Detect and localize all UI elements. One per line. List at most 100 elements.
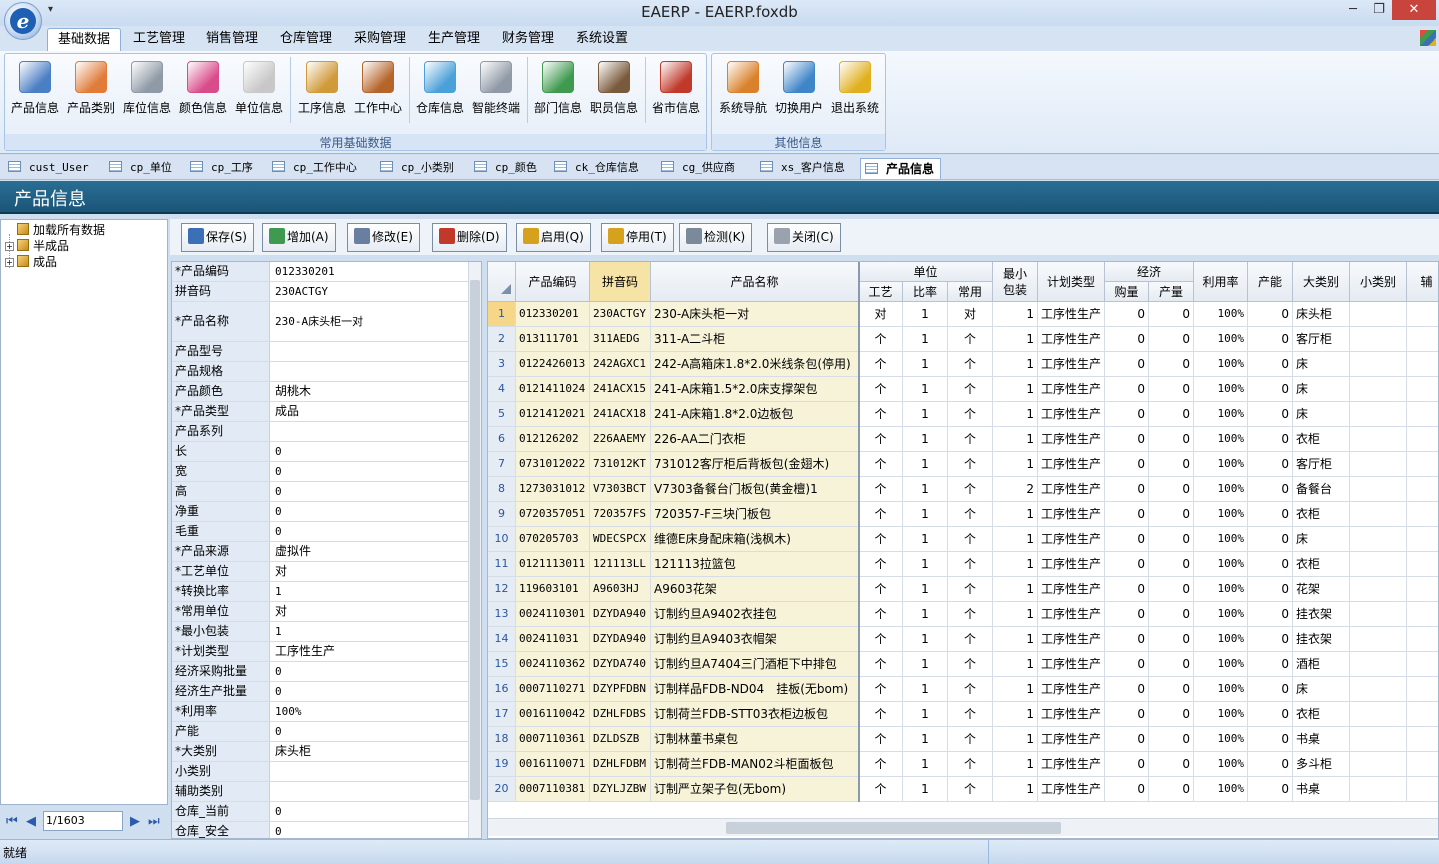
grid-cell[interactable]: 个 (948, 402, 993, 427)
grid-cell[interactable]: 工序性生产 (1038, 477, 1105, 502)
next-page-button[interactable]: ▶ (130, 814, 140, 829)
ribbon-button-10[interactable]: 职员信息 (586, 61, 642, 121)
grid-cell[interactable]: 242AGXC1 (590, 352, 651, 377)
property-value[interactable]: 床头柜 (272, 742, 468, 761)
grid-cell[interactable]: 0 (1105, 777, 1149, 802)
grid-cell[interactable]: V7303BCT (590, 477, 651, 502)
property-value[interactable]: 0 (272, 522, 468, 541)
grid-cell[interactable]: 0 (1105, 352, 1149, 377)
grid-cell[interactable]: 230-A床头柜一对 (651, 302, 859, 327)
doc-tab[interactable]: xs_客户信息 (756, 158, 851, 179)
grid-cell[interactable]: 个 (948, 727, 993, 752)
grid-cell[interactable]: 个 (859, 652, 903, 677)
grid-cell[interactable]: 0122426013 (516, 352, 590, 377)
grid-cell[interactable]: 0 (1149, 427, 1194, 452)
grid-cell[interactable]: 个 (859, 702, 903, 727)
grid-cell[interactable]: 0 (1248, 627, 1293, 652)
grid-cell[interactable]: 100% (1194, 502, 1248, 527)
toolbar-button[interactable]: 停用(T) (601, 223, 674, 252)
row-number[interactable]: 8 (488, 477, 516, 502)
grid-cell[interactable]: 1 (903, 552, 948, 577)
grid-cell[interactable]: 0720357051 (516, 502, 590, 527)
ribbon-button-2[interactable]: 库位信息 (119, 61, 175, 121)
grid-cell[interactable]: 1 (903, 352, 948, 377)
ribbon-button-1[interactable]: 产品类别 (63, 61, 119, 121)
grid-cell[interactable]: 衣柜 (1293, 552, 1350, 577)
grid-cell[interactable]: 1 (903, 427, 948, 452)
grid-cell[interactable]: 1 (903, 477, 948, 502)
ribbon-button-3[interactable]: 颜色信息 (175, 61, 231, 121)
ribbon-button-9[interactable]: 部门信息 (530, 61, 586, 121)
row-number[interactable]: 13 (488, 602, 516, 627)
grid-cell[interactable]: 挂衣架 (1293, 602, 1350, 627)
grid-cell[interactable] (1407, 552, 1438, 577)
grid-cell[interactable]: 230ACTGY (590, 302, 651, 327)
grid-cell[interactable]: 工序性生产 (1038, 302, 1105, 327)
grid-cell[interactable] (1407, 777, 1438, 802)
grid-cell[interactable] (1407, 577, 1438, 602)
grid-cell[interactable] (1350, 602, 1407, 627)
grid-cell[interactable]: 0121113011 (516, 552, 590, 577)
grid-cell[interactable]: 119603101 (516, 577, 590, 602)
ribbon-button-4[interactable]: 单位信息 (231, 61, 287, 121)
grid-cell[interactable]: 2 (993, 477, 1038, 502)
row-number[interactable]: 9 (488, 502, 516, 527)
grid-cell[interactable]: 100% (1194, 377, 1248, 402)
grid-cell[interactable]: 241-A床箱1.8*2.0边板包 (651, 402, 859, 427)
grid-cell[interactable]: 床 (1293, 377, 1350, 402)
grid-cell[interactable] (1350, 477, 1407, 502)
grid-cell[interactable]: 100% (1194, 427, 1248, 452)
grid-cell[interactable]: 个 (859, 352, 903, 377)
grid-cell[interactable]: 0 (1149, 302, 1194, 327)
toolbar-button[interactable]: 修改(E) (347, 223, 420, 252)
grid-cell[interactable]: 床 (1293, 402, 1350, 427)
grid-cell[interactable]: 311AEDG (590, 327, 651, 352)
grid-cell[interactable]: 100% (1194, 302, 1248, 327)
grid-cell[interactable]: 工序性生产 (1038, 627, 1105, 652)
toolbar-button[interactable]: 增加(A) (262, 223, 336, 252)
row-number[interactable]: 15 (488, 652, 516, 677)
tree-node[interactable]: 加载所有数据 (5, 222, 105, 238)
first-page-button[interactable]: ⏮ (6, 814, 18, 829)
grid-cell[interactable]: 0016110071 (516, 752, 590, 777)
grid-cell[interactable] (1350, 427, 1407, 452)
property-value[interactable]: 230-A床头柜一对 (272, 302, 468, 341)
column-header[interactable]: 产量 (1149, 282, 1194, 302)
row-number[interactable]: 20 (488, 777, 516, 802)
grid-cell[interactable]: 0 (1248, 427, 1293, 452)
grid-cell[interactable]: 100% (1194, 327, 1248, 352)
grid-cell[interactable]: 0024110301 (516, 602, 590, 627)
grid-cell[interactable]: 个 (948, 527, 993, 552)
grid-cell[interactable]: 工序性生产 (1038, 402, 1105, 427)
grid-cell[interactable]: 工序性生产 (1038, 427, 1105, 452)
grid-cell[interactable] (1350, 352, 1407, 377)
grid-cell[interactable]: 0 (1248, 502, 1293, 527)
property-value[interactable] (272, 422, 468, 441)
grid-cell[interactable]: 订制荷兰FDB-STT03衣柜边板包 (651, 702, 859, 727)
grid-cell[interactable]: 1 (993, 702, 1038, 727)
grid-cell[interactable]: 1 (903, 702, 948, 727)
grid-cell[interactable]: 0 (1105, 677, 1149, 702)
row-number[interactable]: 1 (488, 302, 516, 327)
grid-cell[interactable]: 0 (1248, 727, 1293, 752)
restore-button[interactable]: ❐ (1364, 0, 1394, 20)
row-number[interactable]: 3 (488, 352, 516, 377)
grid-cell[interactable]: 工序性生产 (1038, 502, 1105, 527)
row-number[interactable]: 2 (488, 327, 516, 352)
property-value[interactable] (272, 342, 468, 361)
grid-cell[interactable]: 0 (1248, 327, 1293, 352)
grid-cell[interactable]: 1 (993, 427, 1038, 452)
grid-cell[interactable]: 1 (993, 327, 1038, 352)
last-page-button[interactable]: ⏭ (148, 814, 160, 829)
grid-cell[interactable]: 1 (903, 377, 948, 402)
grid-cell[interactable]: V7303备餐台门板包(黄金檀)1 (651, 477, 859, 502)
grid-cell[interactable] (1407, 377, 1438, 402)
grid-cell[interactable]: 个 (948, 352, 993, 377)
grid-cell[interactable]: 0 (1149, 402, 1194, 427)
grid-cell[interactable]: 床 (1293, 677, 1350, 702)
grid-cell[interactable]: 工序性生产 (1038, 752, 1105, 777)
column-header[interactable]: 小类别 (1350, 262, 1407, 302)
grid-cell[interactable]: 个 (948, 427, 993, 452)
doc-tab[interactable]: cp_颜色 (470, 158, 543, 179)
grid-cell[interactable]: 1273031012 (516, 477, 590, 502)
